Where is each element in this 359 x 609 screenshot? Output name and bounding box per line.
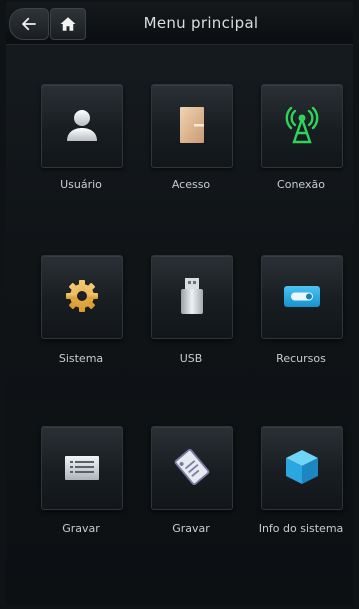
menu-tile-usuario[interactable] [41,84,123,168]
home-button[interactable] [50,8,86,40]
menu-tile-recursos[interactable] [261,255,343,339]
menu-tile-conexao[interactable] [261,84,343,168]
gear-icon [66,280,98,312]
menu-tile-usb[interactable] [151,255,233,339]
menu-tile-gravar-1[interactable] [41,426,123,510]
record-list-icon [65,456,99,480]
menu-label-usb: USB [179,352,203,365]
menu-tile-gravar-2[interactable] [151,426,233,510]
top-bar: Menu principal [6,2,353,45]
home-icon [60,17,76,31]
menu-tile-acesso[interactable] [151,84,233,168]
menu-label-acesso: Acesso [171,178,211,191]
back-button[interactable] [9,8,49,40]
scroll-record-icon [174,448,210,486]
menu-label-recursos: Recursos [276,352,326,365]
menu-tile-sistema[interactable] [41,255,123,339]
door-icon [180,107,204,143]
usb-icon [181,278,203,314]
menu-label-usuario: Usuário [60,178,102,191]
menu-label-info-sistema: Info do sistema [258,522,344,535]
menu-tile-info-sistema[interactable] [261,426,343,510]
cube-icon [286,450,318,484]
menu-label-conexao: Conexão [277,178,325,191]
page-title: Menu principal [143,14,259,32]
menu-label-sistema: Sistema [58,352,104,365]
back-arrow-icon [22,17,36,31]
user-icon [67,110,97,141]
menu-label-gravar-2: Gravar [172,522,210,535]
toggle-icon [284,286,320,307]
antenna-icon [285,106,319,144]
main-menu-screen: Menu principal Usuário Acesso Conexão Si… [6,2,353,606]
menu-label-gravar-1: Gravar [62,522,100,535]
